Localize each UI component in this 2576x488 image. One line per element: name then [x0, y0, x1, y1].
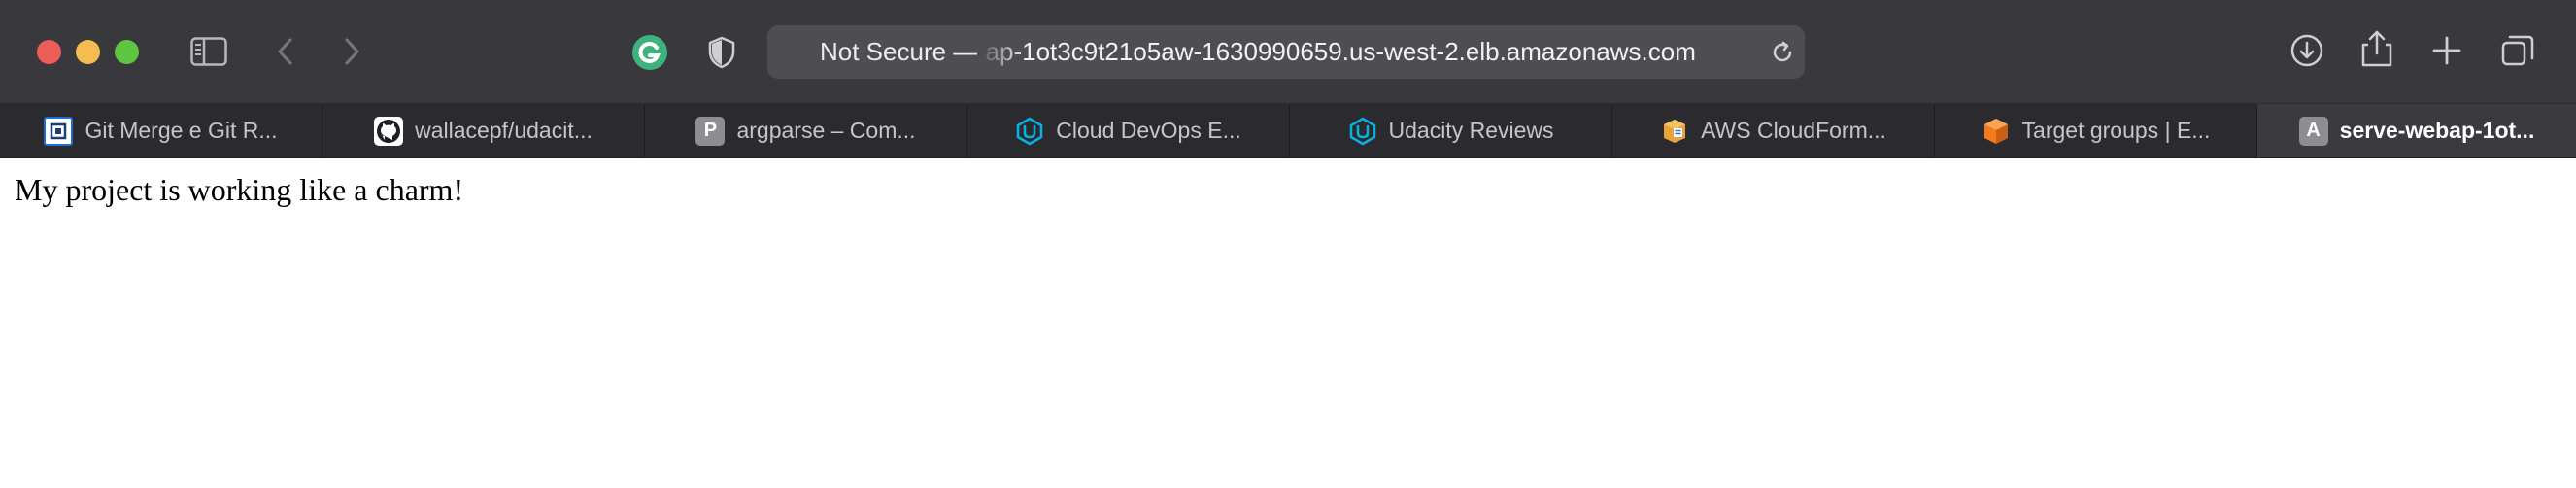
tab-serve-webap[interactable]: A serve-webap-1ot...	[2257, 104, 2576, 157]
tab-label: Cloud DevOps E...	[1056, 118, 1241, 143]
address-bar-text: Not Secure — ap-1ot3c9t21o5aw-1630990659…	[767, 25, 1739, 79]
tab-label: Git Merge e Git R...	[85, 118, 278, 143]
git-merge-favicon	[44, 116, 74, 146]
aws-cloudformation-favicon	[1660, 117, 1689, 146]
tab-github-udacity[interactable]: wallacepf/udacit...	[322, 104, 645, 157]
github-favicon	[374, 116, 404, 146]
page-message: My project is working like a charm!	[15, 172, 464, 207]
back-icon[interactable]	[276, 37, 295, 66]
udacity-favicon	[1015, 117, 1044, 146]
address-fade	[977, 31, 1026, 73]
aws-ec2-favicon	[1982, 117, 2011, 146]
tab-git-merge[interactable]: Git Merge e Git R...	[0, 104, 322, 157]
plus-icon[interactable]	[2431, 35, 2462, 66]
udacity-favicon	[1348, 117, 1377, 146]
browser-toolbar: Not Secure — ap-1ot3c9t21o5aw-1630990659…	[0, 0, 2576, 104]
download-icon[interactable]	[2289, 33, 2324, 68]
minimize-window-button[interactable]	[76, 40, 100, 64]
tab-argparse[interactable]: P argparse – Com...	[645, 104, 967, 157]
zoom-window-button[interactable]	[115, 40, 139, 64]
letter-p-favicon: P	[695, 116, 726, 146]
tab-aws-cloudformation[interactable]: AWS CloudForm...	[1612, 104, 1935, 157]
tab-udacity-reviews[interactable]: Udacity Reviews	[1290, 104, 1612, 157]
close-window-button[interactable]	[37, 40, 61, 64]
not-secure-label: Not Secure —	[820, 37, 979, 66]
sidebar-icon[interactable]	[190, 37, 227, 66]
reload-icon[interactable]	[1770, 40, 1795, 65]
page-content: My project is working like a charm!	[0, 158, 2576, 488]
tab-label: argparse – Com...	[736, 118, 916, 143]
forward-icon[interactable]	[342, 37, 361, 66]
tabs-overview-icon[interactable]	[2500, 33, 2535, 68]
tab-label: serve-webap-1ot...	[2339, 118, 2535, 143]
tab-label: AWS CloudForm...	[1701, 118, 1886, 143]
tab-target-groups[interactable]: Target groups | E...	[1935, 104, 2257, 157]
address-bar[interactable]: Not Secure — ap-1ot3c9t21o5aw-1630990659…	[767, 25, 1805, 79]
tab-label: wallacepf/udacit...	[415, 118, 593, 143]
tab-label: Target groups | E...	[2021, 118, 2211, 143]
share-icon[interactable]	[2360, 29, 2393, 68]
shield-icon[interactable]	[707, 36, 736, 69]
tab-bar: Git Merge e Git R... wallacepf/udacit...…	[0, 104, 2576, 158]
address-url: ap-1ot3c9t21o5aw-1630990659.us-west-2.el…	[985, 37, 1696, 66]
tab-label: Udacity Reviews	[1388, 118, 1554, 143]
grammarly-icon[interactable]	[631, 34, 668, 71]
browser-window: Not Secure — ap-1ot3c9t21o5aw-1630990659…	[0, 0, 2576, 488]
tab-cloud-devops[interactable]: Cloud DevOps E...	[967, 104, 1290, 157]
letter-a-favicon: A	[2298, 116, 2328, 146]
